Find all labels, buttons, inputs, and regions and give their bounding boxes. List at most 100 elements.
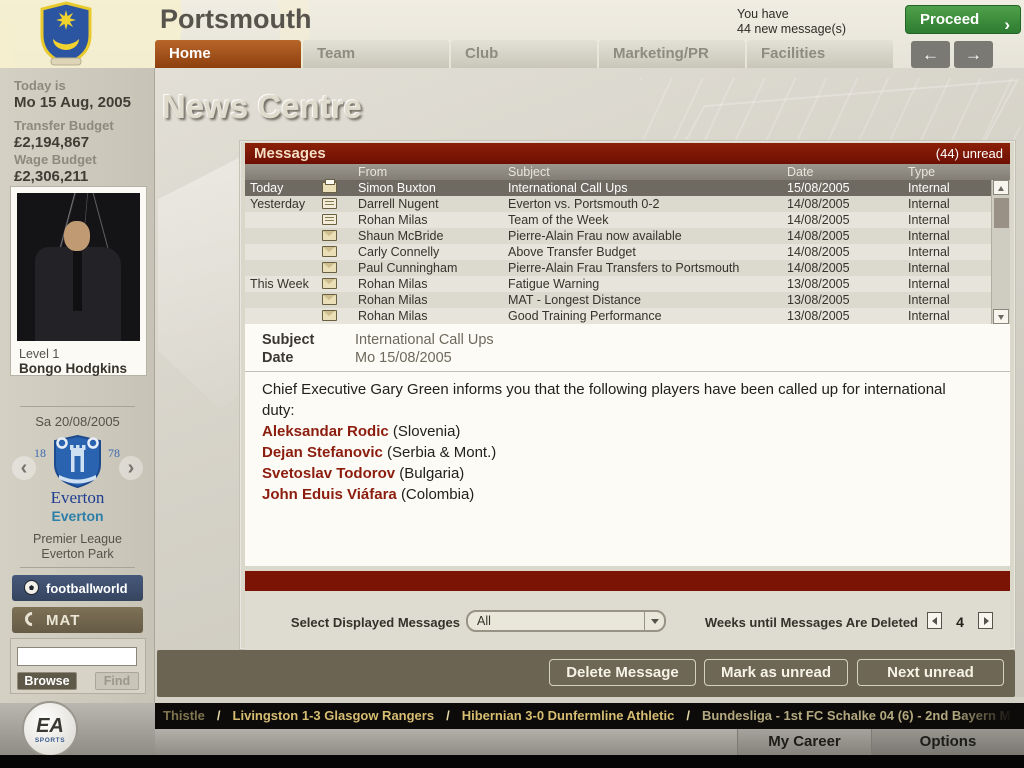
row-date: 13/08/2005 (787, 277, 850, 291)
row-subject: Pierre-Alain Frau now available (508, 229, 682, 243)
row-from: Simon Buxton (358, 181, 436, 195)
crest-club-name: Everton (0, 488, 155, 508)
row-date: 15/08/2005 (787, 181, 850, 195)
row-type: Internal (908, 181, 950, 195)
crest-year-left: 18 (34, 446, 46, 461)
search-input[interactable] (17, 647, 137, 666)
club-title: Portsmouth (160, 4, 312, 35)
row-type: Internal (908, 309, 950, 323)
mark-as-unread-button[interactable]: Mark as unread (704, 659, 848, 686)
filter-selected-value: All (477, 614, 491, 628)
wage-budget-value: £2,306,211 (14, 168, 88, 185)
competition-name: Premier League (0, 532, 155, 546)
next-fixture-chevron[interactable]: › (119, 456, 143, 480)
column-date[interactable]: Date (787, 165, 813, 179)
tab-club[interactable]: Club (451, 40, 597, 68)
column-subject[interactable]: Subject (508, 165, 550, 179)
player-country: (Serbia & Mont.) (387, 444, 496, 461)
tab-facilities[interactable]: Facilities (747, 40, 893, 68)
wage-budget-label: Wage Budget (14, 152, 97, 167)
find-button[interactable]: Find (95, 672, 139, 690)
filter-dropdown[interactable]: All (466, 610, 666, 632)
soccer-ball-icon (24, 580, 39, 595)
weeks-value: 4 (948, 614, 972, 630)
next-unread-button[interactable]: Next unread (857, 659, 1004, 686)
mat-crescent-icon (22, 609, 42, 629)
photo-figure-head (64, 221, 90, 251)
date-value: Mo 15/08/2005 (355, 350, 452, 366)
tab-home[interactable]: Home (155, 40, 301, 68)
column-from[interactable]: From (358, 165, 387, 179)
table-row[interactable]: Rohan Milas Good Training Performance 13… (245, 308, 1010, 324)
row-from: Paul Cunningham (358, 261, 457, 275)
table-row[interactable]: Rohan Milas MAT - Longest Distance 13/08… (245, 292, 1010, 308)
delete-message-button[interactable]: Delete Message (549, 659, 696, 686)
player-country: (Bulgaria) (399, 465, 464, 482)
crest-year-right: 78 (108, 446, 120, 461)
player-country: (Colombia) (401, 486, 474, 503)
notice-line1: You have (737, 7, 846, 22)
row-date: 14/08/2005 (787, 229, 850, 243)
row-group-label: Today (250, 181, 283, 195)
options-button[interactable]: Options (871, 729, 1024, 755)
screen: Portsmouth You have 44 new message(s) Pr… (0, 0, 1024, 768)
filter-label: Select Displayed Messages (290, 615, 460, 630)
scrollbar-thumb[interactable] (994, 198, 1009, 228)
message-body: Chief Executive Gary Green informs you t… (262, 379, 962, 505)
dropdown-arrow-icon[interactable] (644, 612, 664, 630)
table-row[interactable]: Yesterday Darrell Nugent Everton vs. Por… (245, 196, 1010, 212)
proceed-button[interactable]: Proceed › (905, 5, 1021, 34)
table-row[interactable]: Rohan Milas Team of the Week 14/08/2005 … (245, 212, 1010, 228)
ea-strip: EA SPORTS (0, 703, 155, 755)
table-row[interactable]: Paul Cunningham Pierre-Alain Frau Transf… (245, 260, 1010, 276)
mat-button[interactable]: MAT (12, 607, 143, 633)
opponent-name[interactable]: Everton (0, 508, 155, 524)
forward-arrow-button[interactable]: → (954, 41, 993, 68)
player-name: Svetoslav Todorov (262, 465, 399, 482)
ticker-segment: / (217, 708, 221, 723)
table-row[interactable]: Today Simon Buxton International Call Up… (245, 180, 1010, 196)
portsmouth-crest-icon (30, 1, 102, 67)
footballworld-button[interactable]: footballworld (12, 575, 143, 601)
tab-team[interactable]: Team (303, 40, 449, 68)
browse-button[interactable]: Browse (17, 672, 77, 690)
row-type: Internal (908, 197, 950, 211)
manager-card: Level 1 Bongo Hodgkins (10, 186, 147, 376)
date-label: Date (262, 350, 293, 366)
row-date: 14/08/2005 (787, 197, 850, 211)
ticker-segment: Thistle (163, 708, 205, 723)
row-type: Internal (908, 277, 950, 291)
action-bar: Delete Message Mark as unread Next unrea… (157, 650, 1015, 697)
row-type: Internal (908, 245, 950, 259)
row-from: Rohan Milas (358, 213, 427, 227)
table-row[interactable]: Shaun McBride Pierre-Alain Frau now avai… (245, 228, 1010, 244)
row-from: Rohan Milas (358, 293, 427, 307)
weeks-increment-button[interactable] (978, 612, 993, 629)
previous-fixture-chevron[interactable]: ‹ (12, 456, 36, 480)
back-arrow-button[interactable]: ← (911, 41, 950, 68)
messages-rows: Today Simon Buxton International Call Up… (245, 180, 1010, 324)
ticker-segment: Bundesliga - 1st FC Schalke 04 (6) - 2nd… (702, 708, 1010, 723)
table-row[interactable]: This Week Rohan Milas Fatigue Warning 13… (245, 276, 1010, 292)
manager-photo (17, 193, 140, 341)
row-subject: MAT - Longest Distance (508, 293, 641, 307)
weeks-label: Weeks until Messages Are Deleted (702, 615, 918, 630)
tab-marketing-pr[interactable]: Marketing/PR (599, 40, 745, 68)
ticker-segment: Livingston 1-3 Glasgow Rangers (233, 708, 435, 723)
weeks-decrement-button[interactable] (927, 612, 942, 629)
row-date: 14/08/2005 (787, 245, 850, 259)
row-from: Darrell Nugent (358, 197, 439, 211)
scrollbar-track[interactable] (991, 180, 1010, 324)
table-row[interactable]: Carly Connelly Above Transfer Budget 14/… (245, 244, 1010, 260)
scroll-up-button[interactable] (993, 180, 1009, 195)
column-type[interactable]: Type (908, 165, 935, 179)
today-value: Mo 15 Aug, 2005 (14, 94, 131, 111)
footballworld-label: footballworld (46, 581, 128, 596)
scroll-down-button[interactable] (993, 309, 1009, 324)
row-date: 14/08/2005 (787, 261, 850, 275)
subject-value: International Call Ups (355, 332, 494, 348)
column-headers: From Subject Date Type (245, 164, 1010, 180)
player-country: (Slovenia) (393, 423, 461, 440)
my-career-button[interactable]: My Career (737, 729, 871, 755)
row-subject: Fatigue Warning (508, 277, 599, 291)
